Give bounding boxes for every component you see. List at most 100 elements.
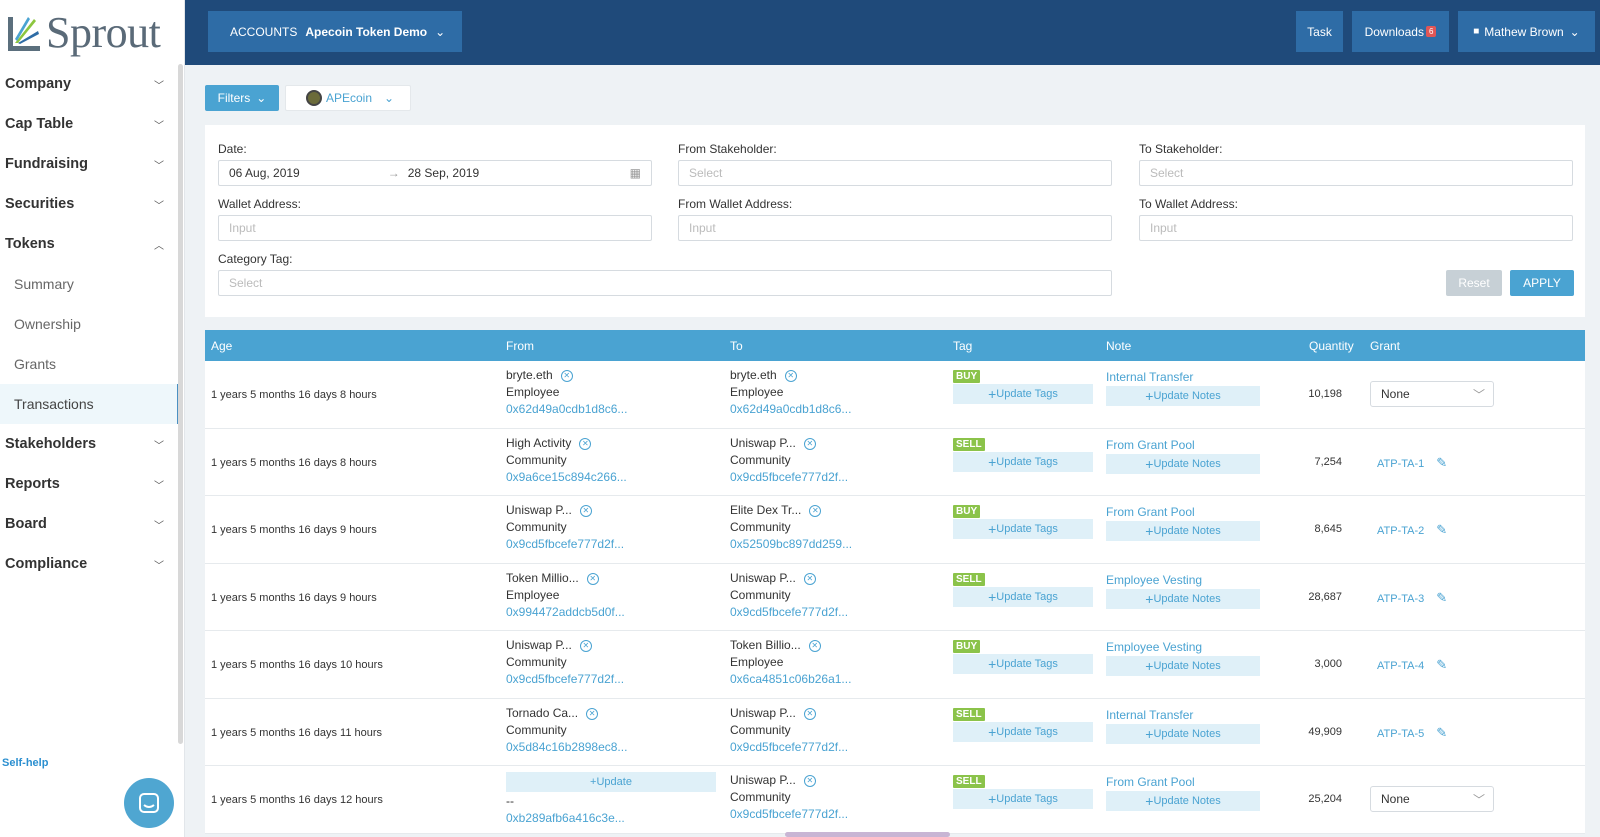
apply-button[interactable]: APPLY: [1510, 270, 1574, 296]
to-address-link[interactable]: 0x52509bc897dd259...: [730, 537, 930, 554]
chat-launcher-button[interactable]: [124, 778, 174, 828]
logo[interactable]: Sprout: [6, 6, 176, 60]
task-button[interactable]: Task: [1296, 11, 1343, 52]
update-tags-button[interactable]: + Update Tags: [953, 654, 1093, 674]
sidebar-item-fundraising[interactable]: Fundraising ﹀: [0, 144, 180, 184]
update-tags-button[interactable]: + Update Tags: [953, 451, 1093, 472]
sidebar-item-compliance[interactable]: Compliance ﹀: [0, 544, 180, 584]
from-address-link[interactable]: 0x994472addcb5d0f...: [506, 605, 706, 622]
from-address-link[interactable]: 0x9cd5fbcefe777d2f...: [506, 672, 706, 689]
pencil-icon[interactable]: ✎: [1436, 725, 1447, 740]
from-address-link[interactable]: 0x62d49a0cdb1d8c6...: [506, 402, 706, 419]
sidebar-subitem-transactions[interactable]: Transactions: [0, 384, 180, 424]
sidebar-subitem-grants[interactable]: Grants: [0, 344, 180, 384]
remove-icon[interactable]: ✕: [579, 437, 592, 450]
to-address-link[interactable]: 0x9cd5fbcefe777d2f...: [730, 807, 930, 824]
remove-icon[interactable]: ✕: [560, 370, 573, 382]
filters-button[interactable]: Filters ⌄: [205, 85, 279, 111]
update-tags-button[interactable]: + Update Tags: [953, 384, 1093, 404]
to-address-link[interactable]: 0x62d49a0cdb1d8c6...: [730, 402, 930, 419]
plus-icon: +: [988, 521, 997, 537]
sidebar-item-company[interactable]: Company ﹀: [0, 64, 180, 104]
to-address-link[interactable]: 0x6ca4851c06b26a1...: [730, 672, 930, 689]
remove-icon[interactable]: ✕: [803, 707, 816, 720]
update-tags-button[interactable]: + Update Tags: [953, 721, 1093, 742]
category-tag-select[interactable]: Select: [218, 270, 1112, 296]
remove-icon[interactable]: ✕: [579, 640, 592, 652]
grant-select[interactable]: None ﹀: [1370, 786, 1494, 812]
grant-select[interactable]: None ﹀: [1370, 381, 1494, 407]
sidebar-scrollbar[interactable]: [178, 64, 183, 744]
remove-icon[interactable]: ✕: [586, 707, 599, 720]
update-tags-button[interactable]: + Update Tags: [953, 519, 1093, 539]
sidebar-item-stakeholders[interactable]: Stakeholders ﹀: [0, 424, 180, 464]
pencil-icon[interactable]: ✎: [1436, 657, 1447, 672]
horizontal-scrollbar[interactable]: [785, 832, 950, 837]
update-tags-button[interactable]: + Update Tags: [953, 789, 1093, 809]
from-address-link[interactable]: 0x5d84c16b2898ec8...: [506, 740, 706, 757]
grant-link[interactable]: ATP-TA-3: [1377, 593, 1424, 605]
date-range-input[interactable]: 06 Aug, 2019 → 28 Sep, 2019 ▦: [218, 160, 652, 186]
note-link[interactable]: Internal Transfer: [1106, 708, 1193, 722]
account-switcher[interactable]: ACCOUNTS Apecoin Token Demo ⌄: [208, 11, 462, 52]
from-wallet-input[interactable]: Input: [678, 215, 1112, 241]
reset-button[interactable]: Reset: [1446, 270, 1502, 296]
update-notes-button[interactable]: + Update Notes: [1106, 386, 1260, 406]
chevron-down-icon: ﹀: [1472, 792, 1485, 807]
remove-icon[interactable]: ✕: [809, 505, 822, 517]
sidebar-item-reports[interactable]: Reports ﹀: [0, 464, 180, 504]
to-address-link[interactable]: 0x9cd5fbcefe777d2f...: [730, 470, 930, 487]
col-age[interactable]: Age: [211, 339, 232, 353]
to-address-link[interactable]: 0x9cd5fbcefe777d2f...: [730, 740, 930, 757]
to-stakeholder-label: To Stakeholder:: [1139, 142, 1223, 156]
update-notes-button[interactable]: + Update Notes: [1106, 588, 1260, 609]
user-menu-button[interactable]: ■ Mathew Brown ⌄: [1458, 11, 1595, 52]
remove-icon[interactable]: ✕: [803, 437, 816, 450]
sidebar-item-tokens[interactable]: Tokens ︿: [0, 224, 180, 264]
sidebar-item-board[interactable]: Board ﹀: [0, 504, 180, 544]
to-wallet-input[interactable]: Input: [1139, 215, 1573, 241]
remove-icon[interactable]: ✕: [579, 505, 592, 517]
remove-icon[interactable]: ✕: [586, 572, 599, 585]
update-tags-button[interactable]: + Update Tags: [953, 586, 1093, 607]
from-address-link[interactable]: 0x9a6ce15c894c266...: [506, 470, 706, 487]
sidebar-subitem-ownership[interactable]: Ownership: [0, 304, 180, 344]
pencil-icon[interactable]: ✎: [1436, 590, 1447, 605]
grant-link[interactable]: ATP-TA-5: [1377, 728, 1424, 740]
tag-cell: BUY + Update Tags: [953, 370, 1093, 404]
pencil-icon[interactable]: ✎: [1436, 455, 1447, 470]
pencil-icon[interactable]: ✎: [1436, 522, 1447, 537]
from-address-link[interactable]: 0x9cd5fbcefe777d2f...: [506, 537, 706, 554]
note-link[interactable]: From Grant Pool: [1106, 438, 1195, 452]
sidebar-item-cap-table[interactable]: Cap Table ﹀: [0, 104, 180, 144]
to-stakeholder-select[interactable]: Select: [1139, 160, 1573, 186]
note-link[interactable]: Employee Vesting: [1106, 573, 1202, 587]
table-row: 1 years 5 months 16 days 9 hours Token Mi…: [205, 564, 1585, 631]
grant-link[interactable]: ATP-TA-1: [1377, 458, 1424, 470]
update-notes-button[interactable]: + Update Notes: [1106, 791, 1260, 811]
remove-icon[interactable]: ✕: [803, 572, 816, 585]
note-link[interactable]: Employee Vesting: [1106, 640, 1202, 654]
from-address-link[interactable]: 0xb289afb6a416c3e...: [506, 811, 706, 828]
remove-icon[interactable]: ✕: [784, 370, 797, 382]
note-link[interactable]: Internal Transfer: [1106, 370, 1193, 384]
update-notes-button[interactable]: + Update Notes: [1106, 521, 1260, 541]
update-notes-button[interactable]: + Update Notes: [1106, 453, 1260, 474]
update-notes-button[interactable]: + Update Notes: [1106, 723, 1260, 744]
remove-icon[interactable]: ✕: [808, 640, 821, 652]
downloads-button[interactable]: Downloads 6: [1352, 11, 1449, 52]
from-stakeholder-select[interactable]: Select: [678, 160, 1112, 186]
update-from-button[interactable]: + Update: [506, 772, 716, 792]
note-link[interactable]: From Grant Pool: [1106, 775, 1195, 789]
to-address-link[interactable]: 0x9cd5fbcefe777d2f...: [730, 605, 930, 622]
note-link[interactable]: From Grant Pool: [1106, 505, 1195, 519]
sidebar-subitem-summary[interactable]: Summary: [0, 264, 180, 304]
self-help-link[interactable]: Self-help: [2, 757, 48, 769]
update-notes-button[interactable]: + Update Notes: [1106, 656, 1260, 676]
sidebar-item-securities[interactable]: Securities ﹀: [0, 184, 180, 224]
grant-link[interactable]: ATP-TA-2: [1377, 525, 1424, 537]
grant-link[interactable]: ATP-TA-4: [1377, 660, 1424, 672]
token-selector[interactable]: APEcoin ⌄: [285, 85, 411, 111]
remove-icon[interactable]: ✕: [803, 775, 816, 787]
wallet-address-input[interactable]: Input: [218, 215, 652, 241]
